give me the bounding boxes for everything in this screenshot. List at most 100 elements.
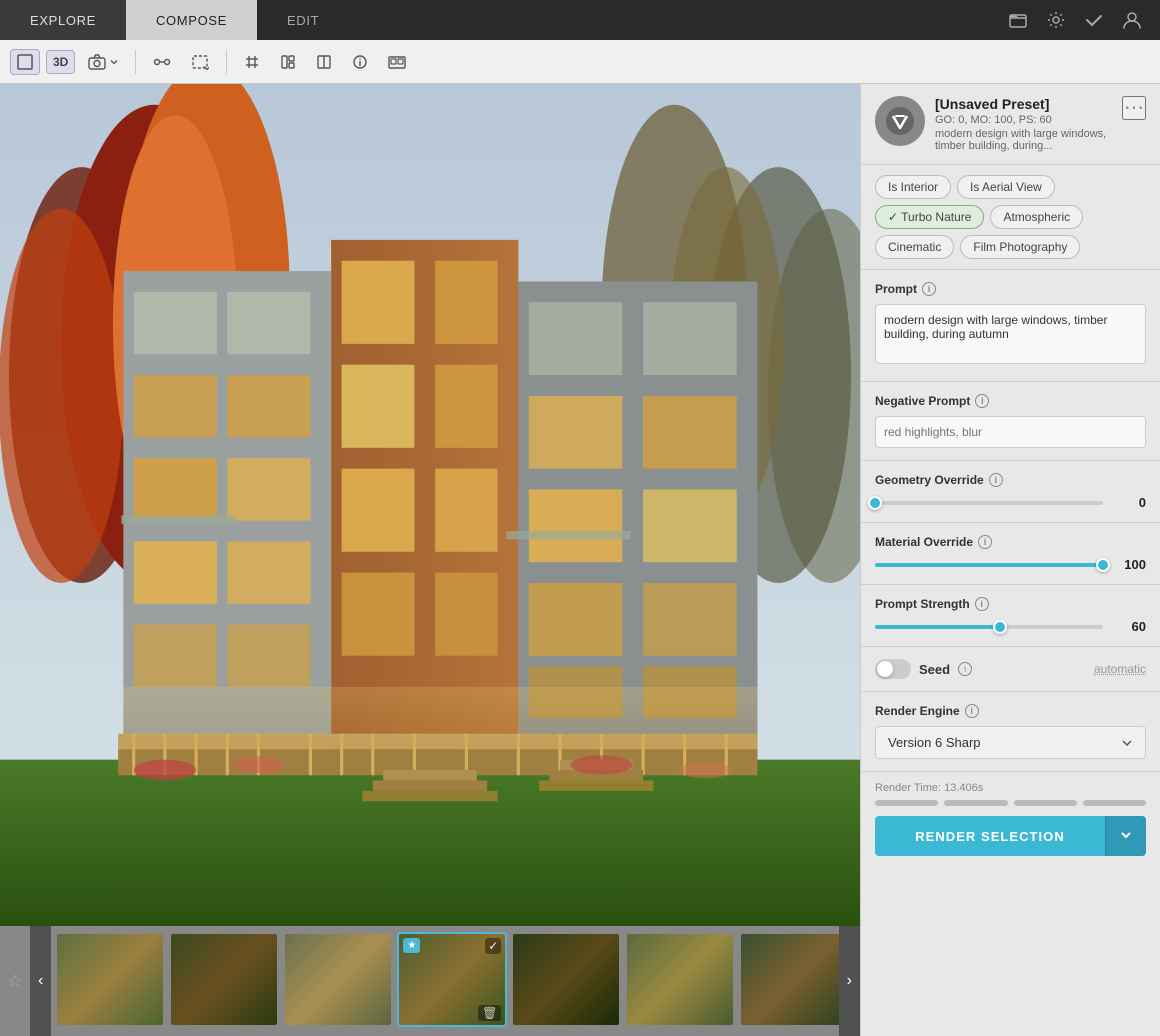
tag-cinematic[interactable]: Cinematic: [875, 235, 954, 259]
nav-tab-explore[interactable]: EXPLORE: [0, 0, 126, 40]
negative-prompt-info-icon[interactable]: i: [975, 394, 989, 408]
tag-atmospheric[interactable]: Atmospheric: [990, 205, 1083, 229]
nav-tab-edit[interactable]: EDIT: [257, 0, 349, 40]
render-dropdown-button[interactable]: [1105, 816, 1146, 856]
prompt-strength-label: Prompt Strength i: [875, 597, 1146, 611]
frame-button[interactable]: [10, 49, 40, 75]
progress-bar-2: [944, 800, 1007, 806]
geometry-override-slider[interactable]: [875, 501, 1103, 505]
layout-button[interactable]: [273, 49, 303, 75]
negative-prompt-input[interactable]: [875, 416, 1146, 448]
separator: [135, 50, 136, 74]
prompt-label: Prompt i: [875, 282, 1146, 296]
checkmark-icon-btn[interactable]: [1084, 10, 1104, 30]
frame-icon: [17, 54, 33, 70]
canvas-image[interactable]: [0, 84, 860, 926]
negative-prompt-label: Negative Prompt i: [875, 394, 1146, 408]
prompt-strength-info-icon[interactable]: i: [975, 597, 989, 611]
info-icon: [352, 54, 368, 70]
material-override-label-text: Material Override: [875, 535, 973, 549]
progress-bar-4: [1083, 800, 1146, 806]
thumb-bg-5: [513, 934, 619, 1025]
material-override-slider[interactable]: [875, 563, 1103, 567]
nav-right-icons: [1008, 0, 1160, 40]
nav-tab-compose[interactable]: COMPOSE: [126, 0, 257, 40]
material-thumb[interactable]: [1096, 558, 1110, 572]
settings-icon-btn[interactable]: [1046, 10, 1066, 30]
split-icon: [316, 54, 332, 70]
transform-button[interactable]: [146, 49, 178, 75]
info-button[interactable]: [345, 49, 375, 75]
prompt-strength-slider[interactable]: [875, 625, 1103, 629]
progress-bar-3: [1014, 800, 1077, 806]
prompt-info-icon[interactable]: i: [922, 282, 936, 296]
layout-icon: [280, 54, 296, 70]
camera-button[interactable]: [81, 49, 125, 75]
user-icon-btn[interactable]: [1122, 10, 1142, 30]
progress-bar-1: [875, 800, 938, 806]
geometry-override-info-icon[interactable]: i: [989, 473, 1003, 487]
prompt-section: Prompt i modern design with large window…: [861, 270, 1160, 382]
thumb-bg-3: [285, 934, 391, 1025]
thumb-nav-next[interactable]: ›: [839, 926, 860, 1036]
thumb-trash-icon: 🗑: [478, 1005, 501, 1021]
building-scene: [0, 84, 860, 926]
thumb-bg-1: [57, 934, 163, 1025]
geometry-override-label: Geometry Override i: [875, 473, 1146, 487]
thumb-nav-prev[interactable]: ‹: [30, 926, 51, 1036]
thumbnail-1[interactable]: [55, 932, 165, 1027]
grid-button[interactable]: [237, 49, 267, 75]
thumbs-container: ★ ✓ 🗑: [51, 926, 838, 1036]
prompt-strength-slider-row: 60: [875, 619, 1146, 634]
render-engine-value: Version 6 Sharp: [888, 735, 981, 750]
render-dropdown-icon: [1120, 829, 1132, 841]
tag-is-interior[interactable]: Is Interior: [875, 175, 951, 199]
seed-toggle[interactable]: [875, 659, 911, 679]
engine-chevron-icon: [1121, 737, 1133, 749]
geometry-override-slider-row: 0: [875, 495, 1146, 510]
checkmark-icon: [1084, 10, 1104, 30]
split-button[interactable]: [309, 49, 339, 75]
chevron-down-icon: [110, 58, 118, 66]
thumbnail-6[interactable]: [625, 932, 735, 1027]
3d-button[interactable]: 3D: [46, 50, 75, 74]
prompt-strength-thumb[interactable]: [993, 620, 1007, 634]
prompt-textarea[interactable]: modern design with large windows, timber…: [875, 304, 1146, 364]
prompt-strength-value: 60: [1111, 619, 1146, 634]
preset-more-button[interactable]: ⋯: [1122, 96, 1146, 120]
thumb-bg-6: [627, 934, 733, 1025]
thumbnail-3[interactable]: [283, 932, 393, 1027]
user-icon: [1122, 10, 1142, 30]
canvas-area: ☆ ‹ ★ ✓ 🗑: [0, 84, 860, 1036]
render-selection-button[interactable]: RENDER SELECTION: [875, 816, 1105, 856]
geometry-thumb[interactable]: [868, 496, 882, 510]
seed-section: Seed i automatic: [861, 647, 1160, 692]
seed-info-icon[interactable]: i: [958, 662, 972, 676]
geometry-override-section: Geometry Override i 0: [861, 461, 1160, 523]
seed-auto-value: automatic: [1094, 662, 1146, 676]
tag-is-aerial-view[interactable]: Is Aerial View: [957, 175, 1055, 199]
thumbnail-4-active[interactable]: ★ ✓ 🗑: [397, 932, 507, 1027]
render-bottom: Render Time: 13.406s RENDER SELECTION: [861, 772, 1160, 866]
thumb-bg-7: [741, 934, 838, 1025]
thumb-bg-2: [171, 934, 277, 1025]
render-progress-bars: [875, 800, 1146, 806]
tag-turbo-nature[interactable]: ✓ Turbo Nature: [875, 205, 984, 229]
thumbnail-5[interactable]: [511, 932, 621, 1027]
material-override-info-icon[interactable]: i: [978, 535, 992, 549]
negative-prompt-label-text: Negative Prompt: [875, 394, 970, 408]
folder-icon-btn[interactable]: [1008, 10, 1028, 30]
thumbnail-7[interactable]: [739, 932, 838, 1027]
seed-label: Seed: [919, 662, 950, 677]
seed-toggle-row: Seed i automatic: [875, 659, 1146, 679]
preset-header: [Unsaved Preset] GO: 0, MO: 100, PS: 60 …: [861, 84, 1160, 165]
material-override-label: Material Override i: [875, 535, 1146, 549]
render-engine-select[interactable]: Version 6 Sharp: [875, 726, 1146, 759]
tag-film-photography[interactable]: Film Photography: [960, 235, 1080, 259]
render-engine-info-icon[interactable]: i: [965, 704, 979, 718]
thumbnail-2[interactable]: [169, 932, 279, 1027]
select-button[interactable]: [184, 49, 216, 75]
gallery-button[interactable]: [381, 49, 413, 75]
right-panel: [Unsaved Preset] GO: 0, MO: 100, PS: 60 …: [860, 84, 1160, 1036]
render-btn-row: RENDER SELECTION: [875, 816, 1146, 856]
